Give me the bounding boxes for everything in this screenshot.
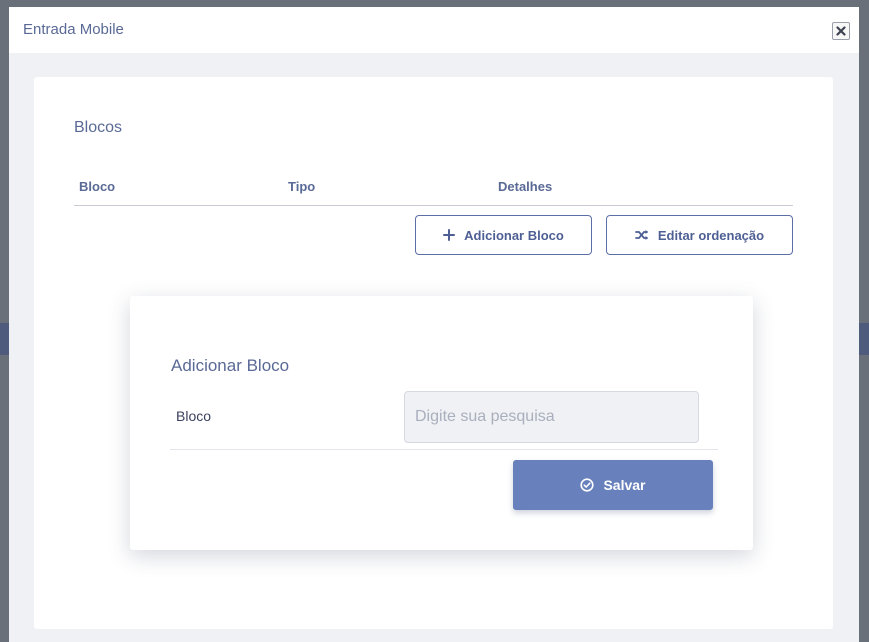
- form-divider: [170, 449, 718, 450]
- modal-header: Entrada Mobile: [9, 7, 859, 53]
- close-icon: [836, 26, 846, 36]
- add-block-button[interactable]: Adicionar Bloco: [415, 215, 592, 255]
- edit-order-button[interactable]: Editar ordenação: [606, 215, 793, 255]
- close-button[interactable]: [832, 22, 850, 40]
- blocks-table-header: Bloco Tipo Detalhes: [74, 177, 793, 206]
- block-search-input[interactable]: [404, 391, 699, 443]
- plus-icon: [443, 229, 456, 241]
- form-title: Adicionar Bloco: [171, 356, 290, 375]
- add-block-button-label: Adicionar Bloco: [464, 227, 564, 243]
- column-header-detalhes: Detalhes: [498, 179, 553, 194]
- shuffle-icon: [634, 230, 648, 240]
- save-button-label: Salvar: [603, 477, 646, 493]
- section-title: Blocos: [74, 119, 123, 136]
- entrada-mobile-modal: Entrada Mobile Blocos Bloco Tipo Detalhe…: [9, 7, 859, 642]
- column-header-bloco: Bloco: [79, 179, 116, 194]
- column-header-tipo: Tipo: [288, 179, 316, 194]
- save-button[interactable]: Salvar: [513, 460, 713, 510]
- check-circle-icon: [580, 478, 595, 492]
- blocks-card: Blocos Bloco Tipo Detalhes Adicionar Blo…: [34, 77, 833, 629]
- modal-title: Entrada Mobile: [23, 21, 124, 38]
- add-block-form: Adicionar Bloco Bloco Salvar: [130, 296, 753, 550]
- edit-order-button-label: Editar ordenação: [657, 227, 765, 243]
- bloco-field-label: Bloco: [176, 408, 212, 424]
